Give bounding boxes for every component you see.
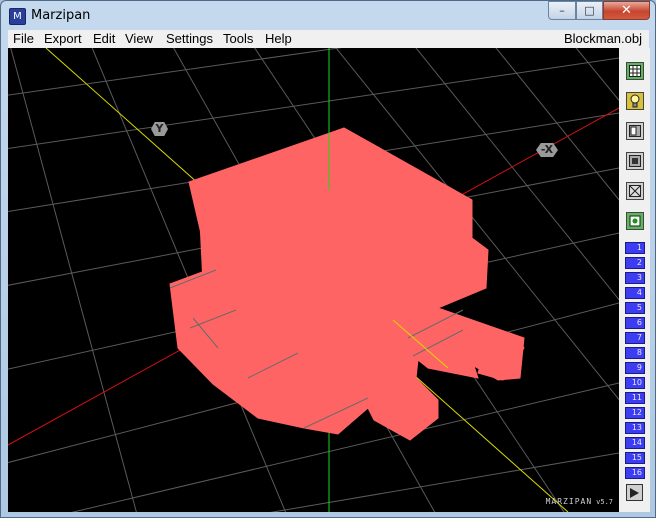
select-icon: [629, 215, 641, 227]
layer-button[interactable]: 11: [625, 392, 645, 404]
layer-button[interactable]: 8: [625, 347, 645, 359]
menu-file[interactable]: File: [13, 31, 34, 46]
layer-button[interactable]: 16: [625, 467, 645, 479]
brand-watermark: MARZIPAN v5.7: [546, 497, 613, 506]
window-title: Marzipan: [31, 8, 91, 23]
light-toggle-button[interactable]: [626, 92, 644, 110]
open-file-name: Blockman.obj: [563, 31, 642, 46]
layer-button[interactable]: 3: [625, 272, 645, 284]
layer-button[interactable]: 10: [625, 377, 645, 389]
menu-help[interactable]: Help: [265, 31, 292, 46]
menu-tools[interactable]: Tools: [223, 31, 253, 46]
maximize-icon: □: [584, 4, 595, 17]
solid-view-button[interactable]: [626, 152, 644, 170]
3d-viewport[interactable]: Y -X MARZIPAN v5.7: [8, 48, 619, 512]
grid-icon: [629, 65, 641, 77]
menu-bar: File Export Edit View Settings Tools Hel…: [8, 30, 649, 49]
menu-export[interactable]: Export: [44, 31, 82, 46]
layer-button[interactable]: 1: [625, 242, 645, 254]
wireframe-view-button[interactable]: [626, 182, 644, 200]
minimize-icon: –: [559, 4, 565, 17]
solid-icon: [629, 155, 641, 167]
minimize-button[interactable]: –: [548, 1, 576, 20]
menu-edit[interactable]: Edit: [93, 31, 115, 46]
close-button[interactable]: ✕: [603, 1, 650, 20]
brand-name: MARZIPAN: [545, 497, 593, 506]
app-window: M Marzipan – □ ✕ File Export Edit View S…: [0, 0, 656, 518]
version-label: v5.7: [596, 498, 613, 506]
light-icon: [630, 94, 640, 108]
model-mesh: [169, 127, 525, 441]
layer-button[interactable]: 12: [625, 407, 645, 419]
grid-toggle-button[interactable]: [626, 62, 644, 80]
menu-view[interactable]: View: [125, 31, 153, 46]
layer-button[interactable]: 4: [625, 287, 645, 299]
layer-button[interactable]: 7: [625, 332, 645, 344]
layer-button[interactable]: 5: [625, 302, 645, 314]
menu-settings[interactable]: Settings: [166, 31, 213, 46]
select-tool-button[interactable]: [626, 212, 644, 230]
title-bar[interactable]: M Marzipan – □ ✕: [1, 1, 655, 30]
app-icon: M: [9, 8, 26, 25]
layer-button[interactable]: 2: [625, 257, 645, 269]
layer-button[interactable]: 6: [625, 317, 645, 329]
play-icon: [630, 487, 639, 498]
maximize-button[interactable]: □: [576, 1, 603, 20]
texture-button[interactable]: [626, 122, 644, 140]
layer-button[interactable]: 13: [625, 422, 645, 434]
wireframe-icon: [629, 185, 641, 197]
play-button[interactable]: [626, 484, 643, 501]
texture-icon: [629, 125, 641, 137]
layer-button[interactable]: 9: [625, 362, 645, 374]
layer-button[interactable]: 14: [625, 437, 645, 449]
close-icon: ✕: [621, 3, 632, 18]
tool-sidebar: 1 2 3 4 5 6 7 8 9 10 11 12 13 14 15 16: [619, 48, 650, 512]
layer-button[interactable]: 15: [625, 452, 645, 464]
scene-canvas: [8, 48, 619, 512]
